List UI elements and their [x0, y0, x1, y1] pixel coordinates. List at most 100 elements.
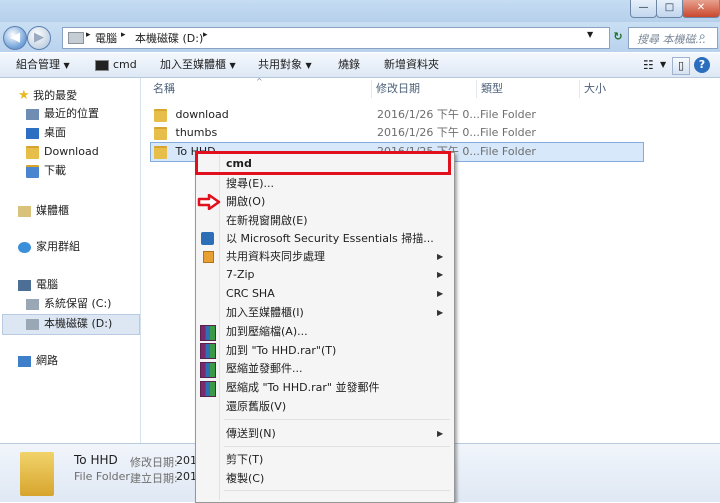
- menu-item-restore-previous[interactable]: 還原舊版(V): [226, 398, 286, 416]
- view-options-icon[interactable]: ☷: [643, 53, 654, 77]
- dropdown-icon: ▼: [305, 61, 312, 70]
- menu-item-crc-sha[interactable]: CRC SHA: [226, 285, 275, 303]
- cmd-button[interactable]: cmd: [95, 53, 137, 77]
- folder-icon: [154, 108, 167, 122]
- file-name: thumbs: [175, 126, 218, 139]
- submenu-arrow-icon: ▶: [437, 308, 444, 317]
- folder-icon: [154, 145, 167, 159]
- details-type: File Folder: [74, 470, 130, 483]
- menu-item-7zip[interactable]: 7-Zip: [226, 266, 255, 284]
- nav-download-folder[interactable]: Download: [26, 143, 99, 161]
- homegroup-icon: [18, 241, 31, 253]
- nav-homegroup[interactable]: 家用群組: [18, 238, 80, 256]
- search-input[interactable]: 搜尋 本機磁... ⌕: [628, 27, 718, 49]
- nav-recent-places[interactable]: 最近的位置: [26, 105, 99, 123]
- nav-favorites[interactable]: ★ 我的最愛: [18, 87, 77, 105]
- file-date: 2016/1/26 下午 0...: [377, 126, 480, 139]
- network-icon: [18, 355, 31, 367]
- dropdown-icon[interactable]: ▼: [587, 30, 593, 39]
- menu-item-open[interactable]: 開啟(O): [226, 193, 265, 211]
- nav-drive-d[interactable]: 本機磁碟 (D:): [26, 315, 112, 333]
- menu-item-compress-rar-email[interactable]: 壓縮成 "To HHD.rar" 並發郵件: [226, 379, 379, 397]
- add-to-library-label: 加入至媒體櫃: [160, 58, 226, 71]
- libraries-icon: [18, 205, 31, 217]
- details-modified-value: 201: [176, 454, 197, 467]
- nav-label: 電腦: [36, 278, 58, 291]
- recent-places-icon: [26, 108, 39, 120]
- nav-downloads[interactable]: 下載: [26, 162, 66, 180]
- nav-libraries[interactable]: 媒體櫃: [18, 202, 69, 220]
- nav-computer[interactable]: 電腦: [18, 276, 58, 294]
- details-created-value: 201: [176, 470, 197, 483]
- forward-button[interactable]: ▶: [27, 26, 51, 50]
- submenu-arrow-icon: ▶: [437, 252, 444, 261]
- large-folder-icon: [20, 452, 54, 496]
- new-folder-button[interactable]: 新增資料夾: [384, 53, 439, 77]
- minimize-button[interactable]: —: [630, 0, 657, 18]
- file-type: File Folder: [480, 145, 536, 158]
- file-type: File Folder: [480, 126, 536, 139]
- nav-label: 媒體櫃: [36, 204, 69, 217]
- file-date: 2016/1/26 下午 0...: [377, 108, 480, 121]
- nav-network[interactable]: 網路: [18, 352, 58, 370]
- file-row-thumbs[interactable]: thumbs 2016/1/26 下午 0... File Folder: [150, 124, 642, 142]
- nav-drive-c[interactable]: 系統保留 (C:): [26, 295, 111, 313]
- drive-icon: [26, 318, 39, 330]
- menu-item-open-new-window[interactable]: 在新視窗開啟(E): [226, 212, 308, 230]
- nav-desktop[interactable]: 桌面: [26, 124, 66, 142]
- dropdown-icon[interactable]: ▼: [660, 53, 666, 77]
- dropdown-icon: ▼: [63, 61, 70, 70]
- maximize-button[interactable]: □: [656, 0, 683, 18]
- preview-pane-icon[interactable]: ▯: [672, 57, 690, 75]
- breadcrumb-drive-d[interactable]: 本機磁碟 (D:): [135, 30, 203, 46]
- file-name: download: [175, 108, 229, 121]
- menu-separator: [224, 446, 450, 447]
- menu-separator: [224, 419, 450, 420]
- nav-label: 系統保留 (C:): [44, 297, 112, 310]
- highlight-box: [195, 151, 451, 175]
- menu-item-scan[interactable]: 以 Microsoft Security Essentials 掃描...: [226, 230, 434, 248]
- file-row-download[interactable]: download 2016/1/26 下午 0... File Folder: [150, 106, 642, 124]
- menu-item-cut[interactable]: 剪下(T): [226, 451, 263, 469]
- details-created-label: 建立日期:: [130, 472, 178, 485]
- nav-label: Download: [44, 145, 99, 158]
- search-icon[interactable]: ⌕: [699, 29, 706, 44]
- close-button[interactable]: ✕: [682, 0, 720, 18]
- menu-item-add-to-library[interactable]: 加入至媒體櫃(I): [226, 304, 304, 322]
- column-type[interactable]: 類型: [478, 80, 580, 98]
- search-placeholder: 搜尋 本機磁...: [637, 33, 706, 46]
- menu-item-add-to-rar[interactable]: 加到 "To HHD.rar"(T): [226, 342, 336, 360]
- chevron-right-icon: ▸: [86, 30, 91, 40]
- menu-item-add-to-archive[interactable]: 加到壓縮檔(A)...: [226, 323, 308, 341]
- chevron-right-icon: ▸: [203, 30, 208, 40]
- address-bar[interactable]: ▸ 電腦 ▸ 本機磁碟 (D:) ▸ ▼: [62, 27, 610, 49]
- nav-label: 下載: [44, 164, 66, 177]
- column-size[interactable]: 大小: [581, 80, 644, 98]
- help-icon[interactable]: ?: [694, 57, 710, 73]
- column-date-modified[interactable]: 修改日期: [373, 80, 477, 98]
- menu-item-sync-folders[interactable]: 共用資料夾同步處理: [226, 248, 325, 266]
- burn-button[interactable]: 燒錄: [338, 53, 360, 77]
- organize-button[interactable]: 組合管理 ▼: [16, 53, 70, 77]
- column-name[interactable]: 名稱: [150, 80, 372, 98]
- menu-item-search[interactable]: 搜尋(E)...: [226, 175, 274, 193]
- computer-icon: [18, 279, 31, 291]
- menu-item-copy[interactable]: 複製(C): [226, 470, 264, 488]
- submenu-arrow-icon: ▶: [437, 289, 444, 298]
- share-with-button[interactable]: 共用對象 ▼: [258, 53, 312, 77]
- back-button[interactable]: ◀: [3, 26, 27, 50]
- menu-item-compress-email[interactable]: 壓縮並發郵件...: [226, 360, 303, 378]
- refresh-icon[interactable]: ↻: [610, 28, 626, 46]
- folder-icon: [26, 145, 39, 159]
- navigation-pane: [0, 78, 141, 443]
- menu-item-send-to[interactable]: 傳送到(N): [226, 425, 276, 443]
- folder-icon: [154, 126, 167, 140]
- winrar-icon: [200, 362, 216, 378]
- submenu-arrow-icon: ▶: [437, 429, 444, 438]
- nav-label: 網路: [36, 354, 58, 367]
- breadcrumb-computer[interactable]: 電腦: [95, 30, 117, 46]
- nav-label: 家用群組: [36, 240, 80, 253]
- file-type: File Folder: [480, 108, 536, 121]
- add-to-library-button[interactable]: 加入至媒體櫃 ▼: [160, 53, 236, 77]
- nav-label: 本機磁碟 (D:): [44, 317, 113, 330]
